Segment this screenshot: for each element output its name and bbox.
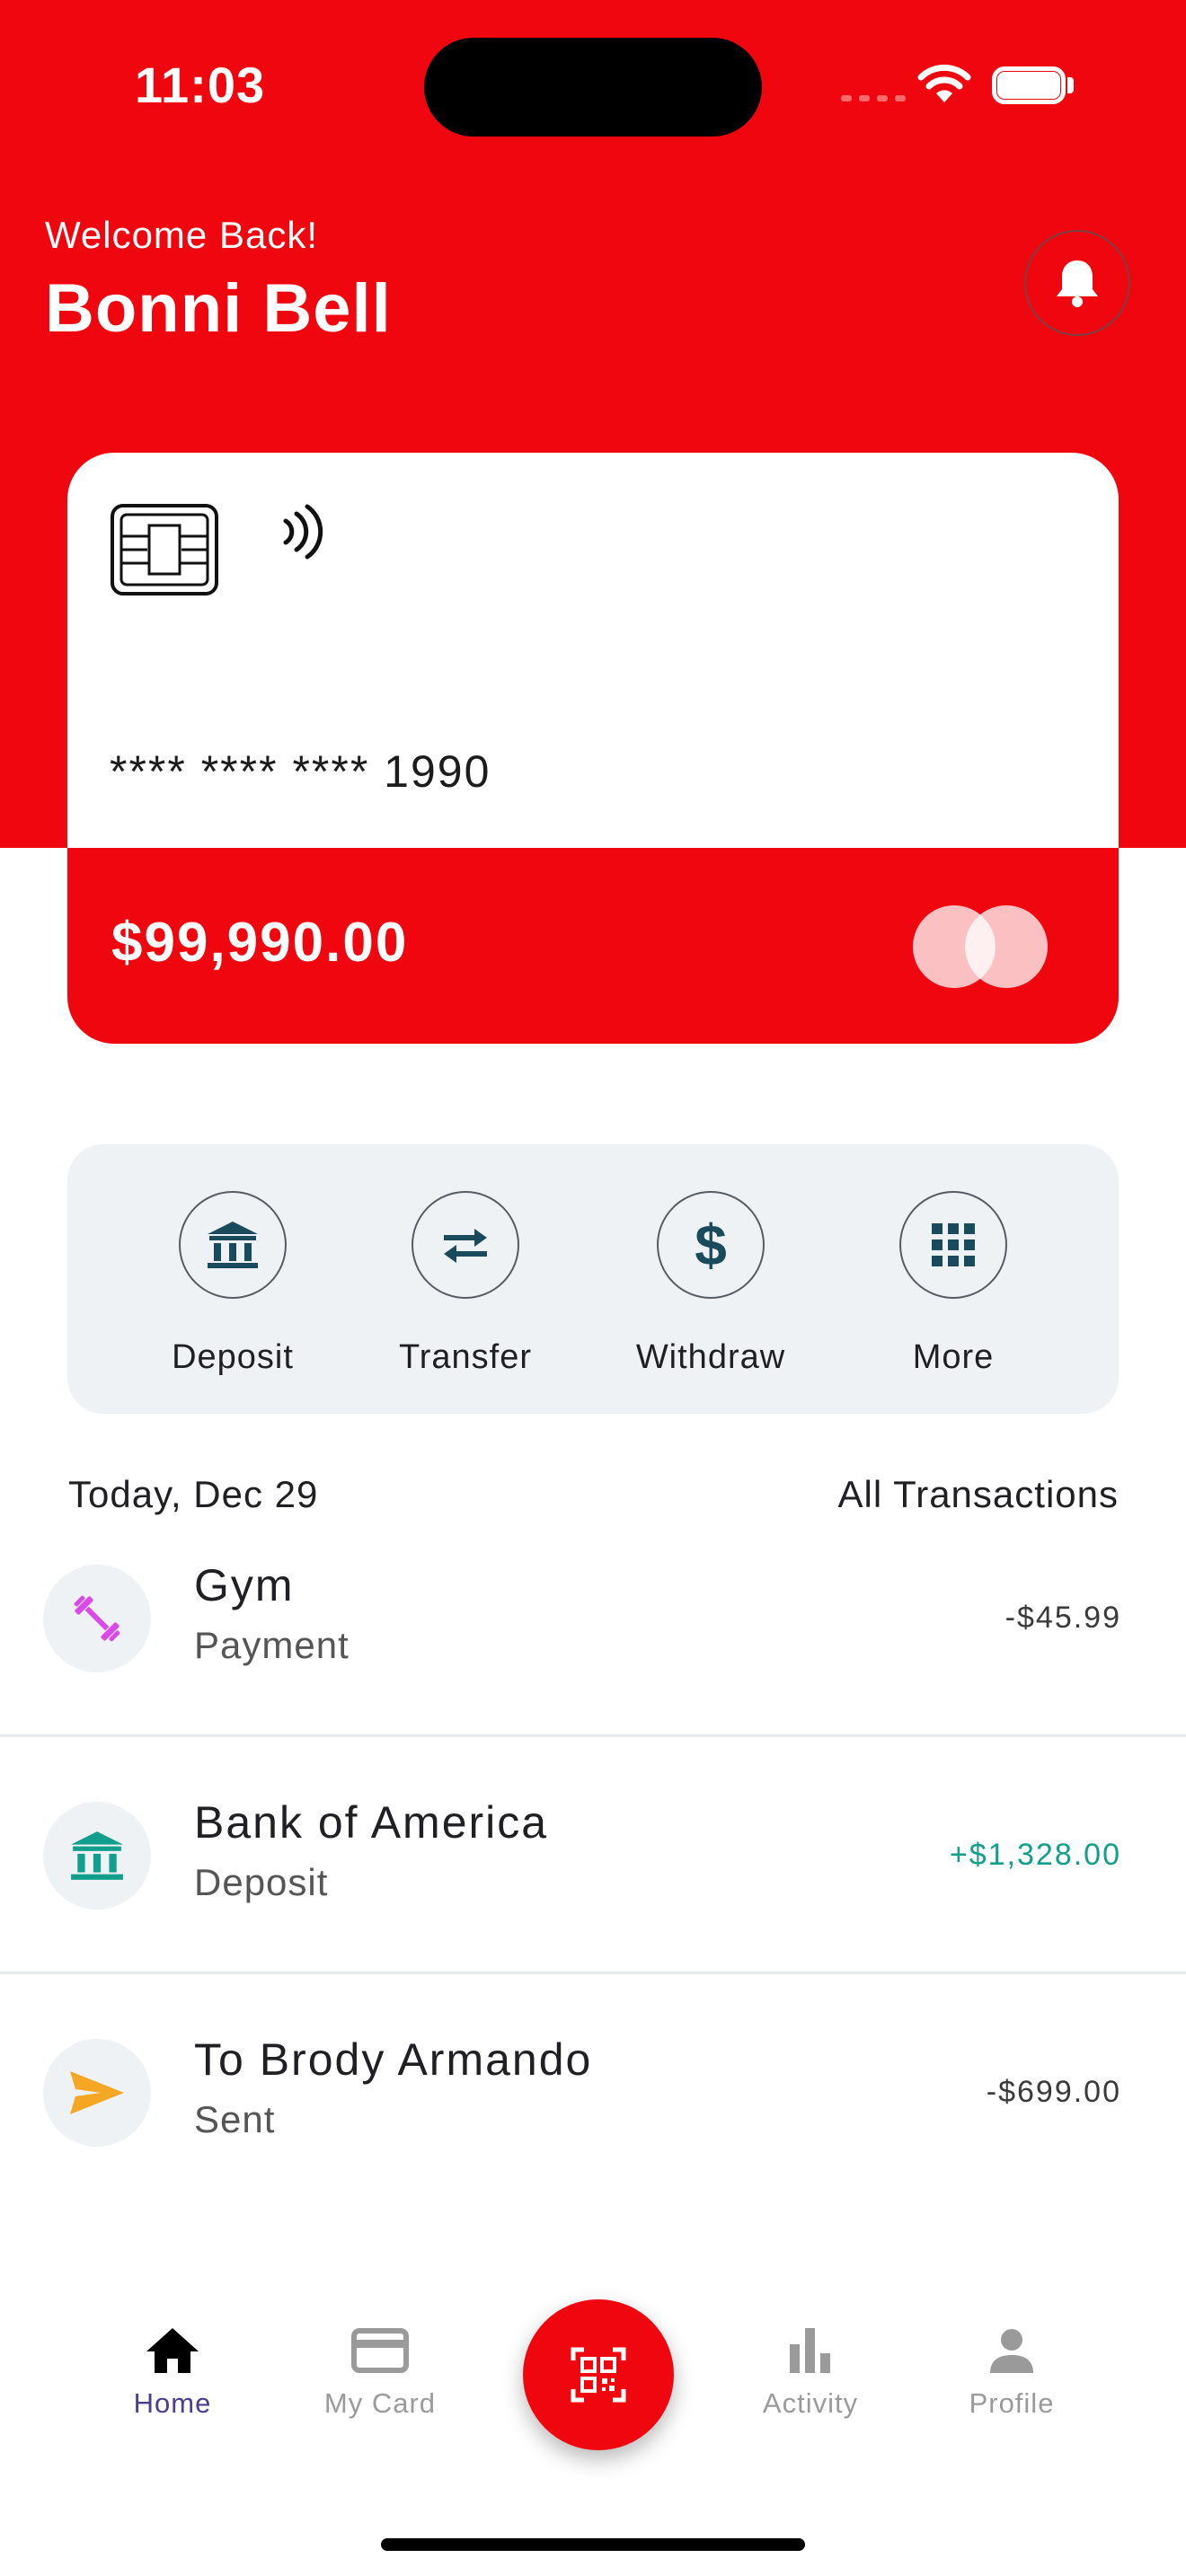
battery-tip [1067,77,1074,93]
user-name: Bonni Bell [45,270,392,347]
all-transactions-link[interactable]: All Transactions [809,1473,1119,1516]
transfer-arrows-icon [444,1229,487,1263]
transaction-type: Sent [194,2098,276,2140]
nav-activity-label: Activity [762,2387,859,2419]
card-icon [351,2328,409,2373]
transfer-action[interactable]: Transfer [367,1191,564,1377]
grid-icon [932,1223,975,1266]
transfer-circle [412,1191,519,1299]
chip-icon [111,504,218,595]
deposit-action[interactable]: Deposit [134,1191,332,1377]
transactions-date: Today, Dec 29 [68,1473,319,1515]
welcome-text: Welcome Back! [45,214,318,256]
nav-home-label: Home [133,2387,212,2419]
deposit-circle [179,1191,287,1299]
deposit-label: Deposit [172,1338,294,1376]
transaction-name: Gym [194,1560,295,1610]
card-balance: $99,990.00 [111,912,409,974]
qr-scan-icon [571,2347,626,2403]
more-label: More [912,1338,995,1376]
transaction-amount: +$1,328.00 [949,1838,1121,1872]
withdraw-label: Withdraw [635,1338,786,1376]
nav-home[interactable]: Home [92,2326,253,2420]
battery-level [997,72,1060,99]
transaction-icon-circle [43,1565,151,1672]
card-number: **** **** **** 1990 [110,746,491,797]
transaction-row-gym[interactable]: Gym Payment -$45.99 [0,1560,1186,1802]
transaction-icon-circle [43,2039,151,2147]
divider [0,1734,1186,1737]
scan-qr-button[interactable] [523,2299,674,2450]
transaction-row-brody-armando[interactable]: To Brody Armando Sent -$699.00 [0,2034,1186,2276]
send-icon [70,2071,124,2114]
transaction-type: Deposit [194,1861,329,1903]
bank-icon [71,1831,123,1880]
notifications-button[interactable] [1024,230,1130,336]
wifi-icon [917,64,971,102]
nav-profile-label: Profile [969,2387,1055,2419]
mastercard-logo-icon [913,905,1048,988]
withdraw-circle: $ [657,1191,765,1299]
nav-activity[interactable]: Activity [730,2326,891,2420]
contactless-icon [283,504,323,560]
transaction-icon-circle [43,1802,151,1910]
bar-chart-icon [790,2328,830,2373]
more-action[interactable]: More [854,1191,1052,1377]
nav-my-card[interactable]: My Card [299,2326,461,2420]
bell-icon [1057,260,1098,307]
dumbbell-icon [74,1595,120,1642]
transaction-name: To Brody Armando [194,2034,593,2085]
home-indicator[interactable] [381,2538,805,2551]
nav-profile[interactable]: Profile [931,2326,1093,2420]
nav-my-card-label: My Card [323,2387,437,2419]
status-time: 11:03 [135,57,266,113]
bank-icon [208,1222,258,1268]
cellular-signal-icon [841,95,906,101]
transfer-label: Transfer [398,1338,533,1376]
transaction-amount: -$45.99 [1005,1601,1121,1635]
dollar-icon: $ [695,1213,727,1277]
dynamic-island [424,38,762,137]
transaction-amount: -$699.00 [986,2075,1121,2109]
home-icon [146,2328,199,2373]
person-icon [990,2329,1033,2373]
transaction-name: Bank of America [194,1797,549,1848]
divider [0,1972,1186,1974]
withdraw-action[interactable]: $ Withdraw [612,1191,810,1377]
transaction-type: Payment [194,1624,350,1666]
more-circle [899,1191,1007,1299]
transaction-row-bank-of-america[interactable]: Bank of America Deposit +$1,328.00 [0,1797,1186,2039]
